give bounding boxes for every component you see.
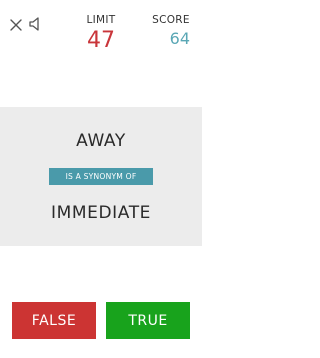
second-word: IMMEDIATE <box>50 203 152 223</box>
close-icon <box>10 19 22 31</box>
first-word: AWAY <box>76 131 126 151</box>
score-value: 64 <box>169 29 190 48</box>
score-stat: SCORE 64 <box>146 14 196 50</box>
sound-button[interactable] <box>28 16 44 32</box>
speaker-icon <box>29 17 39 31</box>
limit-stat: LIMIT 47 <box>78 14 124 54</box>
top-bar: LIMIT 47 SCORE 64 <box>0 0 202 70</box>
relation-badge: IS A SYNONYM OF <box>49 168 153 185</box>
close-button[interactable] <box>9 17 23 31</box>
question-card: AWAY IS A SYNONYM OF IMMEDIATE <box>0 107 202 246</box>
limit-label: LIMIT <box>86 14 116 26</box>
limit-value: 47 <box>87 28 115 53</box>
true-button[interactable]: TRUE <box>106 302 190 339</box>
false-button[interactable]: FALSE <box>12 302 96 339</box>
score-label: SCORE <box>152 14 190 26</box>
